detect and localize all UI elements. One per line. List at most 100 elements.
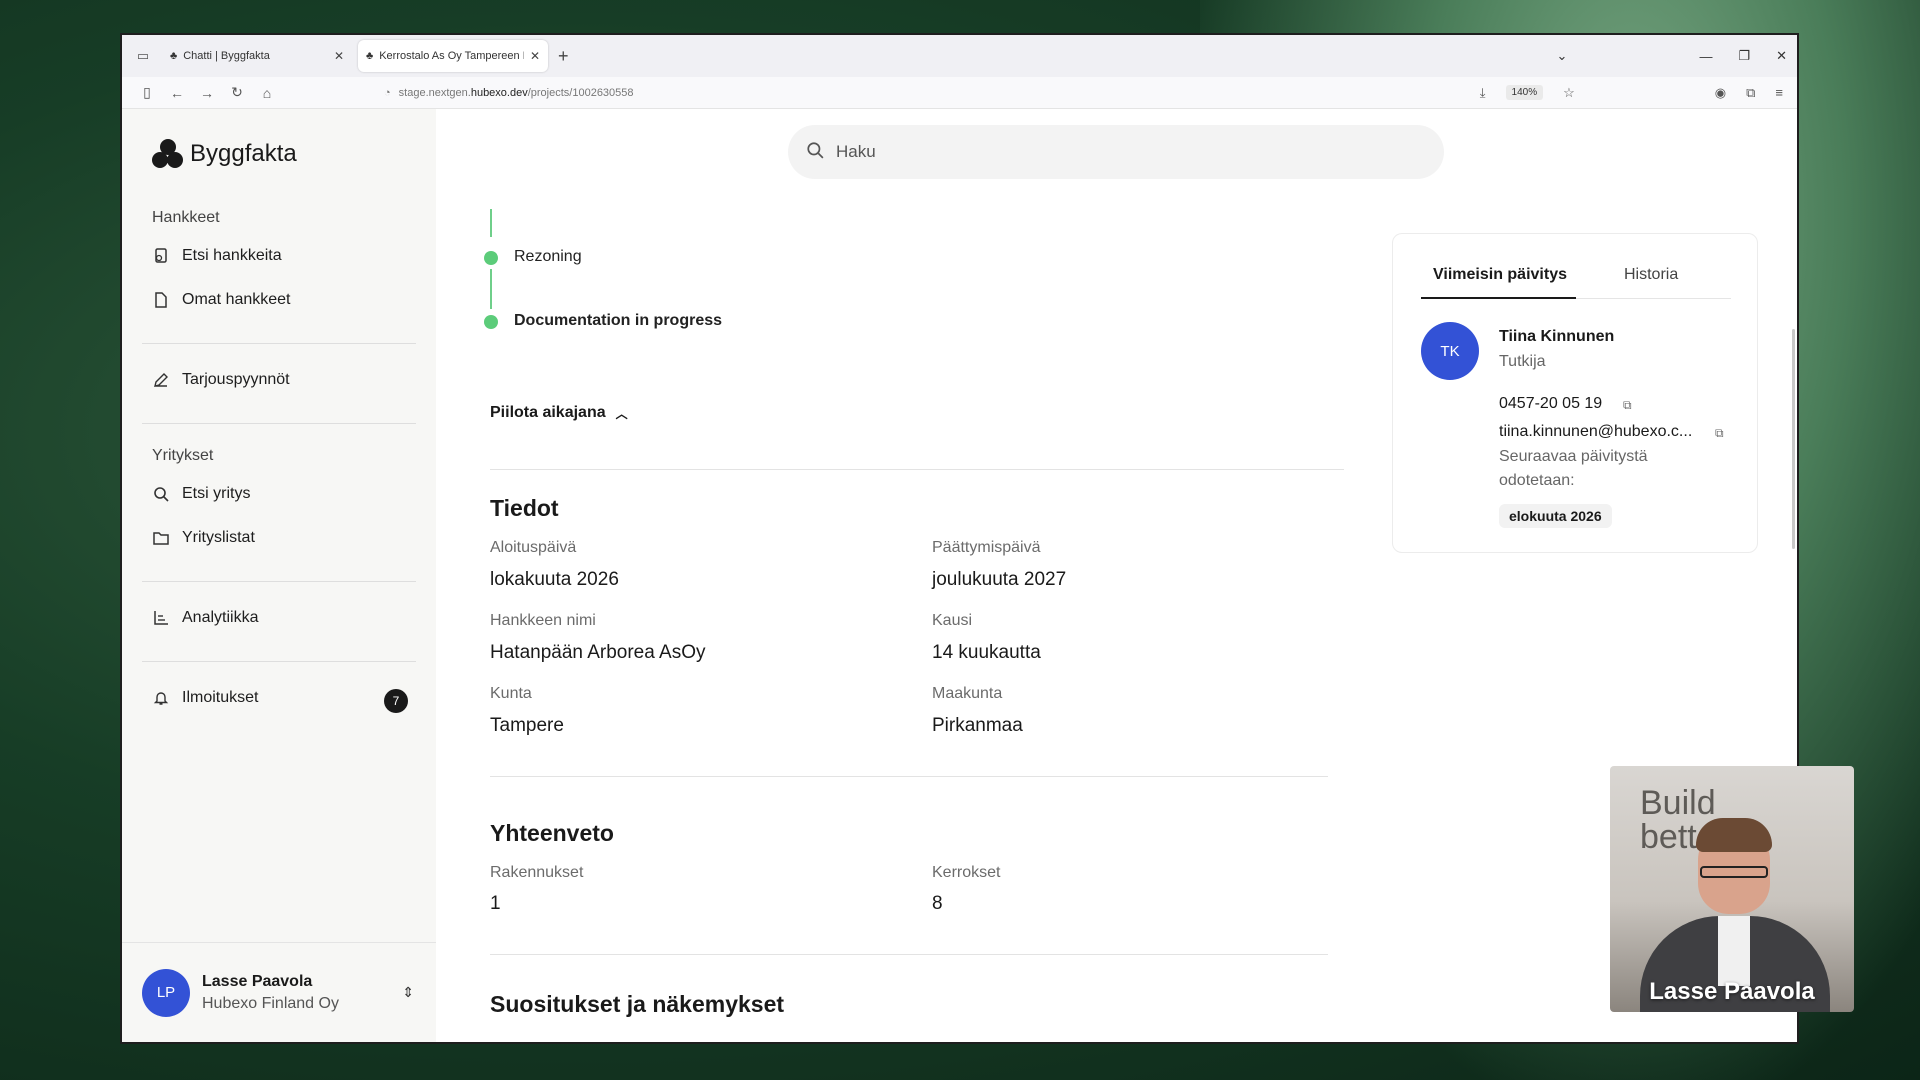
sidebar: Byggfakta Hankkeet Etsi hankkeita Omat h… [122, 109, 436, 1042]
tab-list-chevron-icon[interactable]: ⌄ [1557, 48, 1568, 64]
reload-icon[interactable]: ↻ [222, 84, 252, 101]
field-value: 14 kuukautta [932, 642, 1041, 663]
tab-title: Kerrostalo As Oy Tampereen H [379, 50, 524, 62]
scrollbar[interactable] [1792, 329, 1795, 549]
sidebar-item-notifications[interactable]: Ilmoitukset [152, 689, 258, 707]
extensions-icon[interactable]: ⧉ [1746, 85, 1755, 101]
sidebar-item-label: Etsi yritys [182, 485, 251, 502]
browser-tab-project[interactable]: ♣ Kerrostalo As Oy Tampereen H ✕ [358, 40, 548, 72]
copy-icon[interactable]: ⧉ [1623, 398, 1632, 413]
sidebar-divider [142, 423, 416, 424]
field-value: lokakuuta 2026 [490, 569, 619, 590]
timeline-connector [490, 269, 492, 309]
next-update-text: odotetaan: [1499, 472, 1575, 489]
field-label: Kunta [490, 685, 532, 702]
site-info-icon[interactable]: ◔ [384, 87, 391, 99]
navigation-bar: ▯ ← → ↻ ⌂ ◔ stage.nextgen.hubexo.dev/pro… [122, 77, 1797, 109]
notification-count-badge: 7 [384, 689, 408, 713]
brand-name: Byggfakta [190, 140, 297, 167]
next-update-date: elokuuta 2026 [1499, 504, 1612, 528]
close-tab-icon[interactable]: ✕ [530, 49, 540, 63]
active-tab-underline [1421, 297, 1576, 299]
account-icon[interactable]: ◉ [1715, 85, 1726, 101]
restore-icon[interactable]: ❐ [1738, 48, 1750, 64]
tab-latest-update[interactable]: Viimeisin päivitys [1433, 266, 1567, 284]
presenter-glasses [1700, 866, 1768, 878]
researcher-email[interactable]: tiina.kinnunen@hubexo.c... [1499, 423, 1692, 441]
researcher-role: Tutkija [1499, 353, 1546, 370]
sidebar-item-label: Tarjouspyynnöt [182, 371, 290, 388]
hide-timeline-toggle[interactable]: Piilota aikajana ︿ [490, 404, 628, 422]
tab-overview-icon[interactable]: ▭ [130, 43, 156, 69]
timeline-step-label: Documentation in progress [514, 312, 723, 329]
field-label: Rakennukset [490, 864, 584, 881]
user-account-switcher[interactable]: LP Lasse Paavola Hubexo Finland Oy ⇕ [122, 942, 436, 1042]
recommendations-title: Suositukset ja näkemykset [490, 991, 785, 1017]
search-icon [152, 485, 170, 503]
app: Byggfakta Hankkeet Etsi hankkeita Omat h… [122, 109, 1797, 1042]
zoom-level[interactable]: 140% [1505, 85, 1544, 100]
close-window-icon[interactable]: ✕ [1776, 48, 1787, 64]
field-value: joulukuuta 2027 [932, 569, 1067, 590]
new-tab-icon[interactable]: + [558, 46, 569, 67]
forward-icon[interactable]: → [192, 85, 222, 101]
folder-icon [152, 529, 170, 547]
field-label: Aloituspäivä [490, 539, 577, 556]
sidebar-item-company-lists[interactable]: Yrityslistat [152, 529, 255, 547]
pencil-icon [152, 371, 170, 389]
sidebar-divider [142, 581, 416, 582]
nav-right-tools: ⤓ 140% ☆ ◉ ⧉ ≡ [1480, 85, 1783, 101]
field-value: 1 [490, 893, 501, 914]
sidebar-item-tenders[interactable]: Tarjouspyynnöt [152, 371, 290, 389]
browser-window: ▭ ♣ Chatti | Byggfakta ✕ ♣ Kerrostalo As… [120, 33, 1799, 1044]
chevron-up-down-icon[interactable]: ⇕ [402, 984, 414, 1001]
researcher-phone[interactable]: 0457-20 05 19 [1499, 395, 1602, 413]
avatar: TK [1421, 322, 1479, 380]
sidebar-item-find-company[interactable]: Etsi yritys [152, 485, 250, 503]
search-doc-icon [152, 247, 170, 265]
field-label: Kausi [932, 612, 973, 629]
avatar: LP [142, 968, 190, 1017]
field-label: Hankkeen nimi [490, 612, 596, 629]
chevron-up-icon: ︿ [615, 406, 628, 421]
sidebar-item-label: Analytiikka [182, 609, 259, 626]
address-bar[interactable]: ◔ stage.nextgen.hubexo.dev/projects/1002… [384, 80, 1384, 106]
presenter-hair [1696, 818, 1772, 852]
byggfakta-favicon-icon: ♣ [366, 50, 374, 62]
user-organization: Hubexo Finland Oy [202, 994, 339, 1012]
main-content: Haku Rezoning Documentation in progress … [436, 109, 1797, 1042]
field-value: Tampere [490, 715, 564, 736]
minimize-icon[interactable]: — [1699, 49, 1712, 64]
back-icon[interactable]: ← [162, 85, 192, 101]
sidebar-divider [142, 343, 416, 344]
download-icon[interactable]: ⤓ [1480, 85, 1486, 101]
field-value: Hatanpään Arborea AsOy [490, 642, 706, 663]
bookmark-star-icon[interactable]: ☆ [1563, 85, 1575, 101]
copy-icon[interactable]: ⧉ [1715, 426, 1724, 441]
url-text: stage.nextgen.hubexo.dev/projects/100263… [398, 86, 634, 99]
section-divider [490, 469, 1344, 470]
sidebar-divider [142, 661, 416, 662]
timeline-connector [490, 209, 492, 237]
user-name: Lasse Paavola [202, 972, 313, 990]
sidebar-item-analytics[interactable]: Analytiikka [152, 609, 258, 627]
tab-history[interactable]: Historia [1624, 266, 1678, 284]
window-controls: ⌄ — ❐ ✕ [1557, 35, 1787, 77]
brand-logo[interactable]: Byggfakta [152, 139, 297, 169]
search-placeholder: Haku [836, 142, 876, 161]
search-input[interactable]: Haku [788, 125, 1444, 179]
menu-icon[interactable]: ≡ [1775, 85, 1783, 100]
next-update-text: Seuraavaa päivitystä [1499, 448, 1648, 465]
sidebar-toggle-icon[interactable]: ▯ [132, 84, 162, 101]
search-icon [806, 141, 824, 164]
browser-tab-chat[interactable]: ♣ Chatti | Byggfakta ✕ [162, 40, 352, 72]
presenter-name: Lasse Paavola [1649, 978, 1815, 1005]
field-label: Maakunta [932, 685, 1003, 702]
home-icon[interactable]: ⌂ [252, 85, 282, 101]
sidebar-item-find-projects[interactable]: Etsi hankkeita [152, 247, 282, 265]
latest-update-card: Viimeisin päivitys Historia TK Tiina Kin… [1392, 233, 1758, 553]
field-value: Pirkanmaa [932, 715, 1023, 736]
toggle-label: Piilota aikajana [490, 404, 606, 421]
sidebar-item-my-projects[interactable]: Omat hankkeet [152, 291, 291, 309]
close-tab-icon[interactable]: ✕ [334, 49, 344, 63]
